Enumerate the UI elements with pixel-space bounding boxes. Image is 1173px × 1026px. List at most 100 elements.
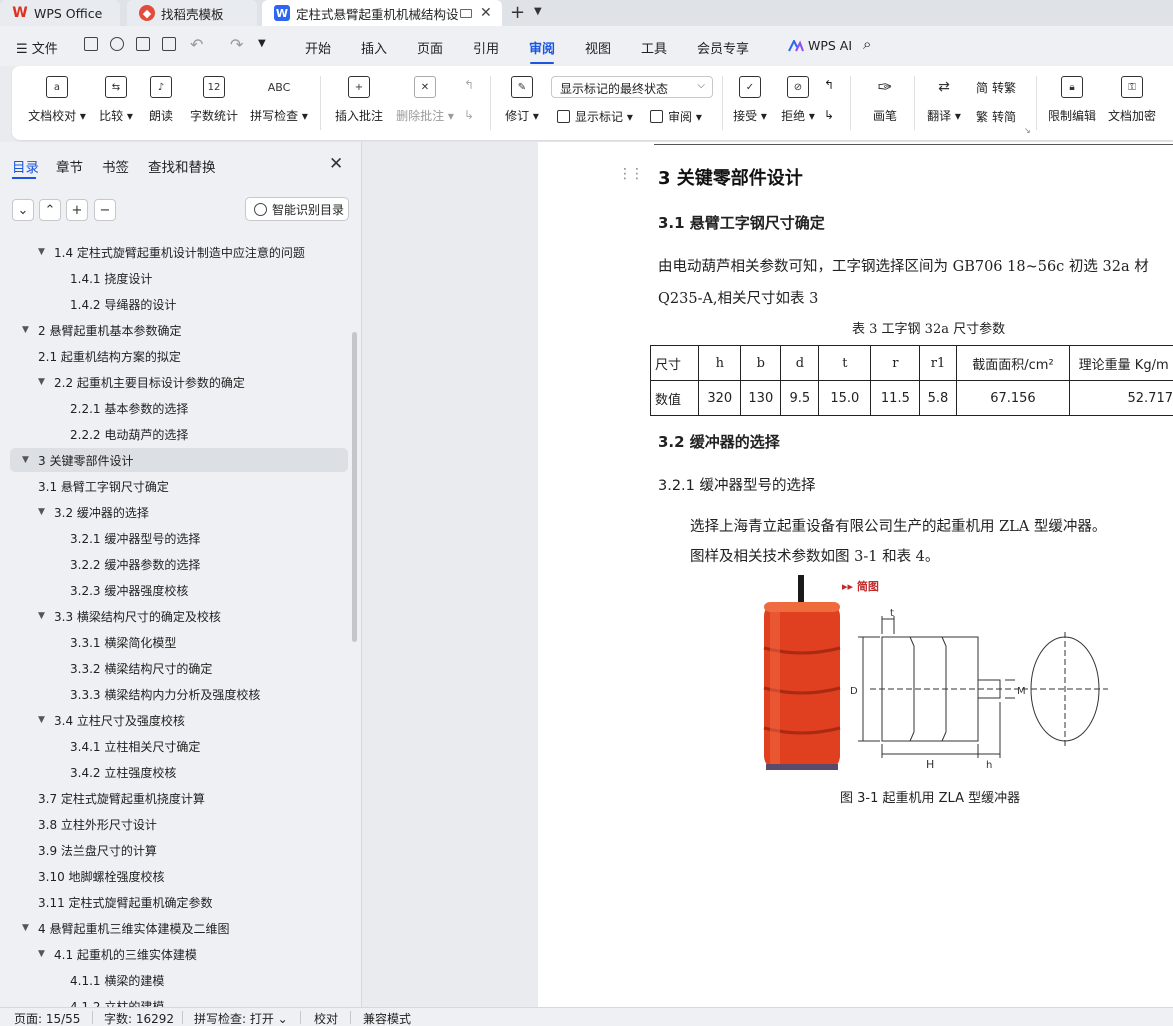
toc-item[interactable]: ▼ 4.1 起重机的三维实体建模 <box>38 942 197 966</box>
markup-state-select[interactable]: 显示标记的最终状态 ⌵ <box>551 76 713 98</box>
word-count-indicator[interactable]: 字数: 16292 <box>104 1010 174 1026</box>
toc-item[interactable]: ▼ 3 关键零部件设计 <box>10 448 348 472</box>
page-indicator[interactable]: 页面: 15/55 <box>14 1010 80 1026</box>
tab-insert[interactable]: 插入 <box>361 38 387 57</box>
sidebar-tab-find-replace[interactable]: 查找和替换 <box>148 156 216 176</box>
toc-item[interactable]: ▼ 3.2 缓冲器的选择 <box>38 500 149 524</box>
track-changes-button[interactable]: ✎ 修订 ▾ <box>502 66 542 140</box>
toc-item[interactable]: 2.1 起重机结构方案的拟定 <box>22 344 181 368</box>
doc-check-button[interactable]: a 文档校对 ▾ <box>26 66 88 140</box>
review-pane-button[interactable]: 审阅 ▾ <box>650 108 702 125</box>
close-icon[interactable]: ✕ <box>329 154 343 174</box>
accept-button[interactable]: ✓ 接受 ▾ <box>730 66 770 140</box>
insert-comment-button[interactable]: + 插入批注 <box>332 66 386 140</box>
toc-item[interactable]: 3.2.3 缓冲器强度校核 <box>54 578 188 602</box>
print-preview-icon[interactable] <box>162 37 176 51</box>
caret-down-icon[interactable]: ▼ <box>22 923 34 933</box>
toc-item[interactable]: ▼ 2 悬臂起重机基本参数确定 <box>22 318 181 342</box>
delete-comment-button[interactable]: ✕ 删除批注 ▾ <box>394 66 456 140</box>
toc-item[interactable]: 1.4.2 导绳器的设计 <box>54 292 176 316</box>
search-icon[interactable]: ⌕ <box>863 35 871 53</box>
toc-item[interactable]: 3.8 立柱外形尺寸设计 <box>22 812 157 836</box>
wps-ai-button[interactable]: WPS AI <box>808 38 852 53</box>
file-menu[interactable]: ☰ 文件 <box>16 38 58 57</box>
toc-item[interactable]: ▼ 2.2 起重机主要目标设计参数的确定 <box>38 370 245 394</box>
sidebar-scrollbar[interactable] <box>352 332 357 642</box>
toc-item[interactable]: ▼ 3.3 横梁结构尺寸的确定及校核 <box>38 604 221 628</box>
pen-button[interactable]: ✑ 画笔 <box>870 66 900 140</box>
toc-item[interactable]: 4.1.2 立柱的建模 <box>54 994 164 1008</box>
next-change-icon[interactable]: ↳ <box>824 108 834 122</box>
toc-item[interactable]: 2.2.2 电动葫芦的选择 <box>54 422 188 446</box>
add-heading-button[interactable]: + <box>66 199 88 221</box>
prev-change-icon[interactable]: ↰ <box>824 78 834 92</box>
caret-down-icon[interactable]: ▼ <box>22 325 34 335</box>
smart-toc-button[interactable]: 智能识别目录 <box>245 197 349 221</box>
translate-button[interactable]: ⇄ 翻译 ▾ <box>924 66 964 140</box>
collapse-all-button[interactable]: ⌄ <box>12 199 34 221</box>
toc-item[interactable]: 1.4.1 挠度设计 <box>54 266 152 290</box>
spell-check-indicator[interactable]: 拼写检查: 打开 ⌄ <box>194 1010 288 1026</box>
print-icon[interactable] <box>136 37 150 51</box>
sidebar-tab-toc[interactable]: 目录 <box>12 156 39 176</box>
word-count-button[interactable]: 12 字数统计 <box>188 66 240 140</box>
redo-icon[interactable]: ↷ <box>230 35 243 54</box>
toc-item[interactable]: ▼ 4 悬臂起重机三维实体建模及二维图 <box>22 916 229 940</box>
spell-check-button[interactable]: ABC 拼写检查 ▾ <box>248 66 310 140</box>
tab-home[interactable]: 开始 <box>305 38 331 57</box>
tab-template[interactable]: ◆ 找稻壳模板 <box>127 0 257 26</box>
move-up-button[interactable]: ⌃ <box>39 199 61 221</box>
toc-item[interactable]: 4.1.1 横梁的建模 <box>54 968 164 992</box>
new-tab-button[interactable]: + <box>510 2 525 23</box>
save-icon[interactable] <box>84 37 98 51</box>
to-simplified-button[interactable]: 繁转简 <box>976 108 1016 125</box>
proof-indicator[interactable]: 校对 <box>314 1010 338 1026</box>
show-markup-button[interactable]: 显示标记 ▾ <box>557 108 633 125</box>
caret-down-icon[interactable]: ▼ <box>38 507 50 517</box>
sidebar-tab-bookmarks[interactable]: 书签 <box>102 156 129 176</box>
toc-item[interactable]: 3.2.1 缓冲器型号的选择 <box>54 526 200 550</box>
reject-button[interactable]: ⊘ 拒绝 ▾ <box>778 66 818 140</box>
toc-item[interactable]: 3.3.1 横梁简化模型 <box>54 630 176 654</box>
tab-document[interactable]: W 定柱式悬臂起重机机械结构设计 ✕ <box>262 0 502 26</box>
caret-down-icon[interactable]: ▼ <box>38 611 50 621</box>
sidebar-tab-chapters[interactable]: 章节 <box>56 156 83 176</box>
toc-item[interactable]: 3.11 定柱式旋臂起重机确定参数 <box>22 890 213 914</box>
restrict-edit-button[interactable]: 🔒︎ 限制编辑 <box>1046 66 1098 140</box>
toc-item[interactable]: ▼ 3.4 立柱尺寸及强度校核 <box>38 708 185 732</box>
caret-down-icon[interactable]: ▼ <box>38 247 50 257</box>
caret-down-icon[interactable]: ▼ <box>38 949 50 959</box>
quick-access-more-icon[interactable]: ▼ <box>258 38 266 49</box>
undo-icon[interactable]: ↶ <box>190 35 203 54</box>
tab-page[interactable]: 页面 <box>417 38 443 57</box>
caret-down-icon[interactable]: ▼ <box>38 377 50 387</box>
next-comment-icon[interactable]: ↳ <box>464 108 474 122</box>
toc-item[interactable]: 3.10 地脚螺栓强度校核 <box>22 864 165 888</box>
caret-down-icon[interactable]: ▼ <box>38 715 50 725</box>
tab-member[interactable]: 会员专享 <box>697 38 749 57</box>
close-tab-icon[interactable]: ✕ <box>480 5 492 21</box>
chevron-down-icon[interactable]: ▼ <box>534 6 542 17</box>
compare-button[interactable]: ⇆ 比较 ▾ <box>96 66 136 140</box>
toc-item[interactable]: 2.2.1 基本参数的选择 <box>54 396 188 420</box>
tab-tools[interactable]: 工具 <box>641 38 667 57</box>
tab-view[interactable]: 视图 <box>585 38 611 57</box>
read-aloud-button[interactable]: ♪ 朗读 <box>146 66 176 140</box>
document-page[interactable]: ⋮⋮ 3 关键零部件设计 3.1 悬臂工字钢尺寸确定 由电动葫芦相关参数可知，工… <box>538 142 1173 1007</box>
toc-item[interactable]: 3.1 悬臂工字钢尺寸确定 <box>22 474 169 498</box>
tab-reference[interactable]: 引用 <box>473 38 499 57</box>
monitor-icon[interactable] <box>460 8 472 18</box>
remove-heading-button[interactable]: − <box>94 199 116 221</box>
prev-comment-icon[interactable]: ↰ <box>464 78 474 92</box>
caret-down-icon[interactable]: ▼ <box>22 455 34 465</box>
doc-encrypt-button[interactable]: ⚿ 文档加密 <box>1106 66 1158 140</box>
to-traditional-button[interactable]: 简转繁 <box>976 79 1016 96</box>
toc-item[interactable]: 3.3.2 横梁结构尺寸的确定 <box>54 656 212 680</box>
toc-item[interactable]: 3.3.3 横梁结构内力分析及强度校核 <box>54 682 260 706</box>
toc-item[interactable]: 3.4.2 立柱强度校核 <box>54 760 176 784</box>
toc-item[interactable]: ▼ 1.4 定柱式旋臂起重机设计制造中应注意的问题 <box>38 240 305 264</box>
toc-item[interactable]: 3.4.1 立柱相关尺寸确定 <box>54 734 200 758</box>
share-icon[interactable] <box>110 37 124 51</box>
tab-wps-office[interactable]: W WPS Office <box>0 0 120 26</box>
toc-item[interactable]: 3.2.2 缓冲器参数的选择 <box>54 552 200 576</box>
